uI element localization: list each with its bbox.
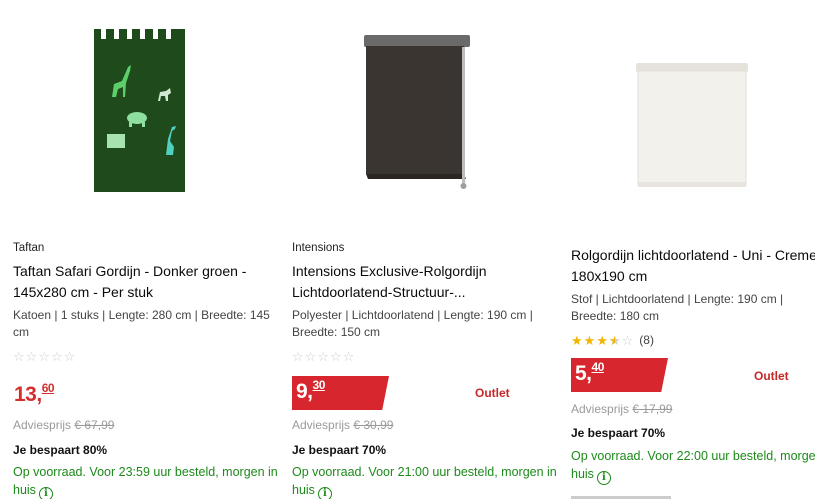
product-specs: Stof | Lichtdoorlatend | Lengte: 190 cm … bbox=[571, 292, 784, 323]
cream-roller-blind-image bbox=[636, 63, 748, 187]
info-icon[interactable]: i bbox=[596, 471, 611, 485]
list-price: Adviesprijs € 17,99 bbox=[571, 402, 673, 416]
rating-count[interactable]: (8) bbox=[639, 334, 654, 347]
saving-text: Je bespaart 70% bbox=[571, 426, 666, 440]
list-price: Adviesprijs € 67,99 bbox=[13, 418, 115, 432]
saving-text: Je bespaart 70% bbox=[292, 443, 387, 457]
dark-roller-blind-image bbox=[364, 35, 470, 189]
rating-stars: ☆ ☆ ☆ ☆ ☆ bbox=[292, 349, 355, 364]
saving-text: Je bespaart 80% bbox=[13, 443, 108, 457]
product-image-link[interactable] bbox=[13, 0, 263, 230]
product-price: 13,60 bbox=[14, 381, 55, 406]
outlet-label: Outlet bbox=[754, 369, 789, 383]
outlet-label: Outlet bbox=[475, 386, 510, 400]
product-price: 5,40 bbox=[571, 358, 668, 392]
info-icon[interactable]: i bbox=[38, 487, 53, 499]
stock-status: Op voorraad. Voor 21:00 uur besteld, mor… bbox=[292, 465, 557, 499]
product-specs: Katoen | 1 stuks | Lengte: 280 cm | Bree… bbox=[13, 308, 270, 339]
product-specs: Polyester | Lichtdoorlatend | Lengte: 19… bbox=[292, 308, 533, 339]
safari-curtain-image bbox=[94, 29, 185, 192]
product-card[interactable]: Taftan Taftan Safari Gordijn - Donker gr… bbox=[13, 0, 283, 499]
product-brand[interactable]: Taftan bbox=[13, 242, 44, 254]
stock-status: Op voorraad. Voor 22:00 uur besteld, mor… bbox=[571, 449, 815, 485]
cutoff-text bbox=[571, 490, 681, 499]
info-icon[interactable]: i bbox=[317, 487, 332, 499]
product-image-link[interactable] bbox=[571, 0, 815, 230]
product-title-link[interactable]: Rolgordijn lichtdoorlatend - Uni - Creme… bbox=[571, 245, 815, 287]
product-card[interactable]: Rolgordijn lichtdoorlatend - Uni - Creme… bbox=[571, 0, 815, 499]
product-title-link[interactable]: Intensions Exclusive-Rolgordijn Lichtdoo… bbox=[292, 261, 550, 303]
product-price: 9,30 bbox=[292, 376, 389, 410]
rating-stars[interactable]: ★★★ ★★ ☆ (8) bbox=[571, 334, 654, 348]
list-price: Adviesprijs € 30,99 bbox=[292, 418, 394, 432]
rating-stars: ☆ ☆ ☆ ☆ ☆ bbox=[13, 349, 76, 364]
product-image-link[interactable] bbox=[292, 0, 542, 230]
stock-status: Op voorraad. Voor 23:59 uur besteld, mor… bbox=[13, 465, 278, 499]
product-card[interactable]: Intensions Intensions Exclusive-Rolgordi… bbox=[292, 0, 562, 499]
product-brand[interactable]: Intensions bbox=[292, 242, 344, 254]
product-title-link[interactable]: Taftan Safari Gordijn - Donker groen - 1… bbox=[13, 261, 271, 303]
